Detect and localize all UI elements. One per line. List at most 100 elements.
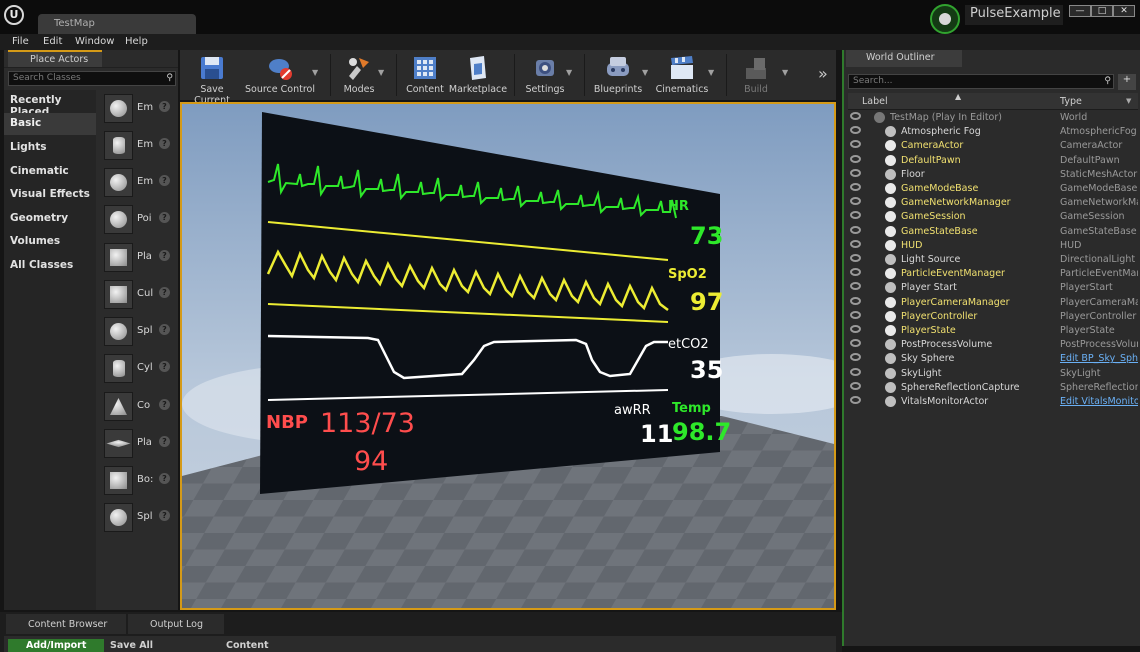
actor-item[interactable]: Em?	[100, 129, 178, 161]
outliner-row[interactable]: GameStateBase GameStateBase	[848, 225, 1138, 239]
category-all-classes[interactable]: All Classes	[4, 255, 96, 277]
visibility-eye-icon[interactable]	[850, 296, 861, 305]
save-all-button[interactable]: Save All	[110, 640, 153, 651]
visibility-eye-icon[interactable]	[850, 381, 861, 390]
outliner-row[interactable]: TestMap (Play In Editor) World	[848, 111, 1138, 125]
help-icon[interactable]: ?	[159, 138, 170, 149]
blueprints-button[interactable]: Blueprints	[590, 54, 646, 98]
help-icon[interactable]: ?	[159, 473, 170, 484]
add-import-button[interactable]: Add/Import	[8, 639, 104, 652]
settings-button[interactable]: Settings	[520, 54, 570, 98]
visibility-eye-icon[interactable]	[850, 183, 861, 191]
visibility-eye-icon[interactable]	[850, 225, 861, 234]
save-current-button[interactable]: Save Current	[184, 54, 240, 106]
visibility-eye-icon[interactable]	[850, 239, 861, 248]
actor-item[interactable]: Bo:?	[100, 464, 178, 496]
help-icon[interactable]: ?	[159, 399, 170, 410]
visibility-eye-icon[interactable]	[850, 325, 861, 333]
visibility-eye-icon[interactable]	[850, 310, 861, 319]
help-icon[interactable]: ?	[159, 287, 170, 298]
outliner-row[interactable]: DefaultPawn DefaultPawn	[848, 154, 1138, 168]
category-recently-placed[interactable]: Recently Placed	[4, 90, 96, 118]
category-cinematic[interactable]: Cinematic	[4, 161, 96, 183]
outliner-row[interactable]: Floor StaticMeshActor	[848, 168, 1138, 182]
visibility-eye-icon[interactable]	[850, 140, 861, 149]
visibility-eye-icon[interactable]	[850, 254, 861, 262]
visibility-eye-icon[interactable]	[850, 353, 861, 362]
visibility-eye-icon[interactable]	[850, 168, 861, 177]
cinematics-button[interactable]: Cinematics	[654, 54, 710, 98]
actor-item[interactable]: Pla?	[100, 427, 178, 459]
outliner-row[interactable]: PlayerController PlayerController	[848, 310, 1138, 324]
visibility-eye-icon[interactable]	[850, 339, 861, 348]
chevron-down-icon[interactable]: ▼	[1126, 97, 1131, 105]
visibility-eye-icon[interactable]	[850, 112, 861, 120]
visibility-eye-icon[interactable]	[850, 154, 861, 163]
outliner-row[interactable]: Sky Sphere Edit BP_Sky_Sph	[848, 352, 1138, 366]
outliner-row[interactable]: PostProcessVolume PostProcessVolume	[848, 338, 1138, 352]
outliner-row[interactable]: Light Source DirectionalLight	[848, 253, 1138, 267]
chevron-down-icon[interactable]: ▼	[312, 68, 318, 77]
chevron-down-icon[interactable]: ▼	[378, 68, 384, 77]
outliner-row[interactable]: PlayerState PlayerState	[848, 324, 1138, 338]
visibility-eye-icon[interactable]	[850, 211, 861, 220]
actor-item[interactable]: Spl?	[100, 315, 178, 347]
actor-item[interactable]: Co?	[100, 390, 178, 422]
column-type[interactable]: Type	[1060, 96, 1082, 107]
outliner-row[interactable]: SphereReflectionCapture SphereReflectionC…	[848, 381, 1138, 395]
outliner-row[interactable]: PlayerCameraManager PlayerCameraMan	[848, 296, 1138, 310]
minimize-button[interactable]: —	[1069, 5, 1091, 17]
actor-item[interactable]: Em?	[100, 92, 178, 124]
category-basic[interactable]: Basic	[4, 113, 96, 135]
outliner-row[interactable]: GameNetworkManager GameNetworkMan	[848, 196, 1138, 210]
tab-output-log[interactable]: Output Log	[128, 614, 224, 634]
help-icon[interactable]: ?	[159, 510, 170, 521]
help-icon[interactable]: ?	[159, 250, 170, 261]
outliner-row[interactable]: Atmospheric Fog AtmosphericFog	[848, 125, 1138, 139]
outliner-options-icon[interactable]: +	[1118, 74, 1136, 90]
outliner-row[interactable]: CameraActor CameraActor	[848, 139, 1138, 153]
content-breadcrumb[interactable]: Content	[226, 640, 269, 651]
outliner-row[interactable]: Player Start PlayerStart	[848, 281, 1138, 295]
help-icon[interactable]: ?	[159, 436, 170, 447]
close-button[interactable]: ✕	[1113, 5, 1135, 17]
visibility-eye-icon[interactable]	[850, 396, 861, 404]
world-outliner-tab[interactable]: World Outliner	[844, 50, 1140, 68]
chevron-down-icon[interactable]: ▼	[708, 68, 714, 77]
outliner-row[interactable]: HUD HUD	[848, 239, 1138, 253]
source-control-button[interactable]: Source Control	[244, 54, 316, 98]
edit-blueprint-link[interactable]: Edit VitalsMonito	[1060, 396, 1138, 407]
category-visual-effects[interactable]: Visual Effects	[4, 184, 96, 206]
menu-file[interactable]: File	[12, 36, 29, 47]
help-icon[interactable]: ?	[159, 101, 170, 112]
actor-item[interactable]: Em?	[100, 166, 178, 198]
menu-help[interactable]: Help	[125, 36, 148, 47]
actor-item[interactable]: Pla?	[100, 241, 178, 273]
actor-item[interactable]: Spl?	[100, 501, 178, 533]
level-tab[interactable]: TestMap	[38, 14, 196, 34]
category-lights[interactable]: Lights	[4, 137, 96, 159]
outliner-row[interactable]: GameSession GameSession	[848, 210, 1138, 224]
help-icon[interactable]: ?	[159, 175, 170, 186]
menu-window[interactable]: Window	[75, 36, 114, 47]
toolbar-overflow-icon[interactable]: »	[818, 64, 828, 83]
search-classes-input[interactable]: Search Classes ⚲	[8, 71, 176, 86]
outliner-row[interactable]: SkyLight SkyLight	[848, 367, 1138, 381]
visibility-eye-icon[interactable]	[850, 282, 861, 291]
maximize-button[interactable]: □	[1091, 5, 1113, 17]
level-viewport[interactable]: HR 73 SpO2 97 etCO2 35 awRR 11 Temp 98.7…	[180, 102, 836, 610]
help-icon[interactable]: ?	[159, 212, 170, 223]
column-label[interactable]: Label	[862, 96, 888, 107]
chevron-down-icon[interactable]: ▼	[566, 68, 572, 77]
visibility-eye-icon[interactable]	[850, 268, 861, 277]
chevron-down-icon[interactable]: ▼	[782, 68, 788, 77]
outliner-row[interactable]: ParticleEventManager ParticleEventMana	[848, 267, 1138, 281]
edit-blueprint-link[interactable]: Edit BP_Sky_Sph	[1060, 353, 1138, 364]
place-actors-tab[interactable]: Place Actors	[4, 50, 178, 68]
chevron-down-icon[interactable]: ▼	[642, 68, 648, 77]
actor-item[interactable]: Cyl?	[100, 352, 178, 384]
help-icon[interactable]: ?	[159, 324, 170, 335]
modes-button[interactable]: Modes	[336, 54, 382, 98]
visibility-eye-icon[interactable]	[850, 197, 861, 206]
build-button[interactable]: Build	[732, 54, 780, 98]
